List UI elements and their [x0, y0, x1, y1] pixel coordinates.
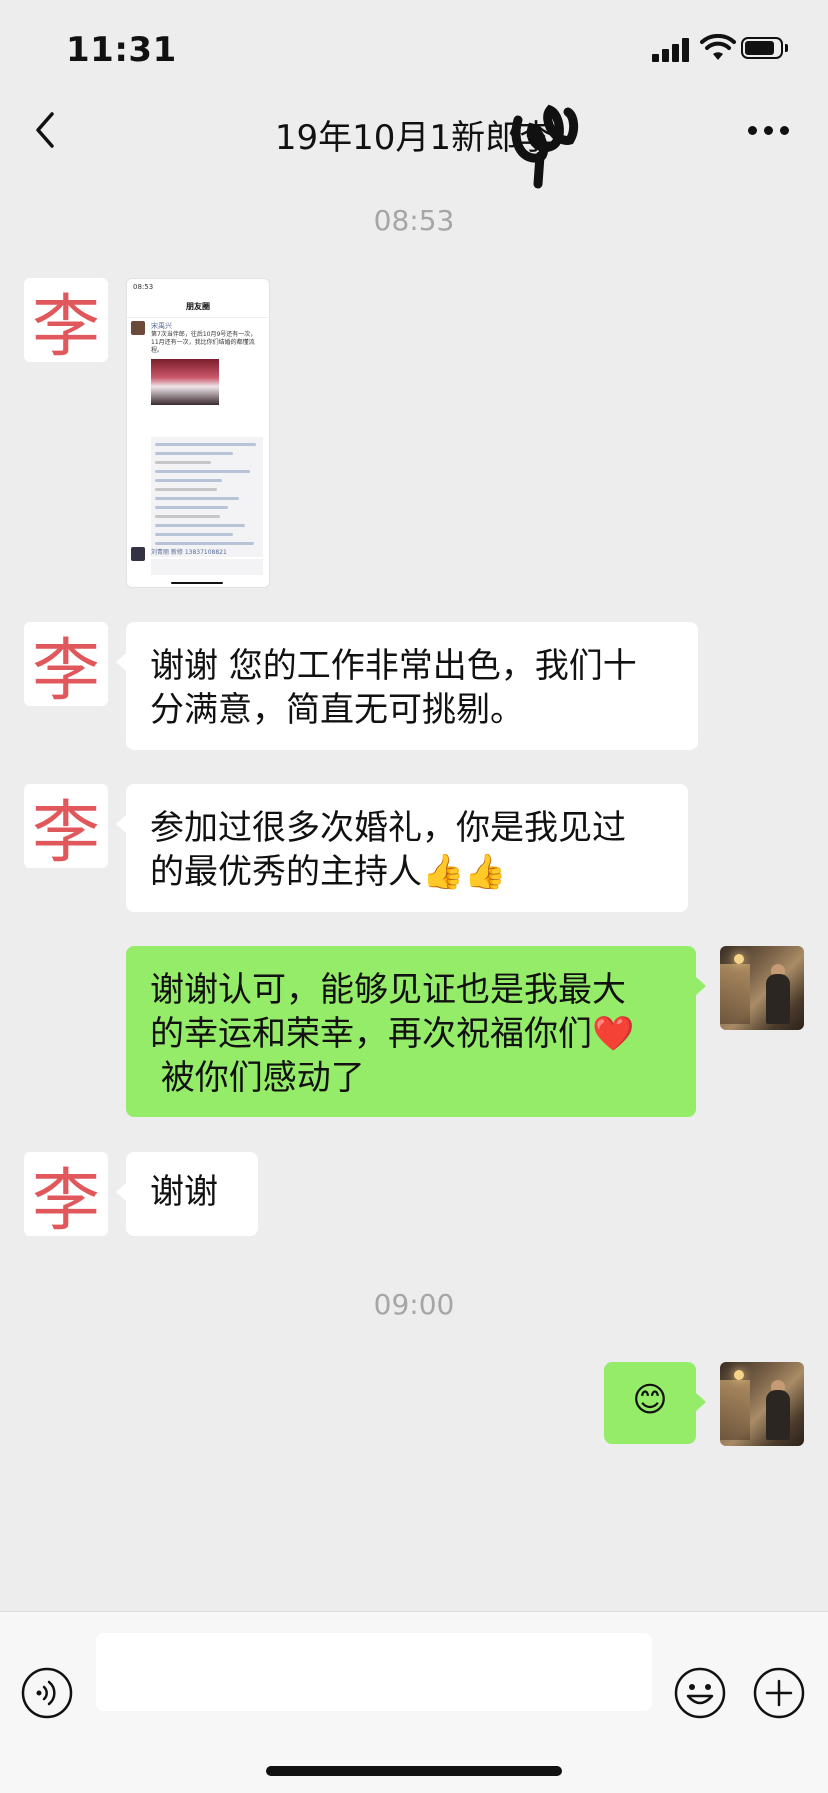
- shot-poster-name: 宋禹兴: [151, 322, 172, 330]
- user-avatar[interactable]: [720, 1362, 804, 1446]
- cellular-signal-icon: [652, 38, 692, 62]
- emoji-icon[interactable]: [673, 1666, 727, 1720]
- shot-post-text: 第7次当伴郎，往后10月9号还有一次，11月还有一次，我比你们结婚的都懂流程。: [151, 331, 257, 354]
- plus-icon[interactable]: [752, 1666, 806, 1720]
- shot-next-avatar: [131, 547, 145, 561]
- message-bubble[interactable]: 参加过很多次婚礼，你是我见过 的最优秀的主持人👍👍: [116, 784, 688, 912]
- redaction-scribble: [511, 104, 579, 189]
- more-dots-icon[interactable]: [748, 126, 798, 138]
- shot-page-title: 朋友圈: [127, 297, 269, 318]
- shot-home-indicator: [171, 582, 223, 584]
- message-timestamp: 08:53: [373, 204, 455, 237]
- shot-next-name: 刘青丽 新修 13837108821: [151, 549, 227, 556]
- battery-icon: [741, 37, 789, 61]
- shot-post-photo: [151, 359, 219, 405]
- message-timestamp: 09:00: [373, 1288, 455, 1321]
- status-time: 11:31: [66, 30, 177, 70]
- shot-next-link: [151, 559, 263, 575]
- image-message[interactable]: 08:53 朋友圈 宋禹兴 第7次当伴郎，往后10月9号还有一次，11月还有一次…: [126, 278, 270, 588]
- message-bubble[interactable]: 谢谢: [116, 1152, 258, 1236]
- chat-title: 19年10月1新郎李: [274, 118, 554, 158]
- shot-status-time: 08:53: [133, 283, 154, 291]
- home-indicator[interactable]: [266, 1766, 562, 1776]
- shot-poster-avatar: [131, 321, 145, 335]
- shot-next-post: 刘青丽 新修 13837108821: [131, 547, 263, 577]
- shot-comments: [151, 437, 263, 557]
- message-input[interactable]: [96, 1633, 652, 1711]
- contact-avatar[interactable]: 李: [24, 278, 108, 367]
- voice-icon[interactable]: [20, 1666, 74, 1720]
- message-bubble[interactable]: 😊: [604, 1362, 706, 1444]
- message-bubble[interactable]: 谢谢认可，能够见证也是我最大 的幸运和荣幸，再次祝福你们❤️ 被你们感动了: [126, 946, 706, 1117]
- status-bar: 11:31: [0, 0, 828, 96]
- wifi-icon: [700, 34, 736, 60]
- contact-avatar[interactable]: 李: [24, 1152, 108, 1241]
- message-bubble[interactable]: 谢谢 您的工作非常出色，我们十 分满意，简直无可挑剔。: [116, 622, 698, 750]
- user-avatar[interactable]: [720, 946, 804, 1030]
- chat-header: 19年10月1新郎李: [0, 96, 828, 196]
- contact-avatar[interactable]: 李: [24, 622, 108, 711]
- contact-avatar[interactable]: 李: [24, 784, 108, 873]
